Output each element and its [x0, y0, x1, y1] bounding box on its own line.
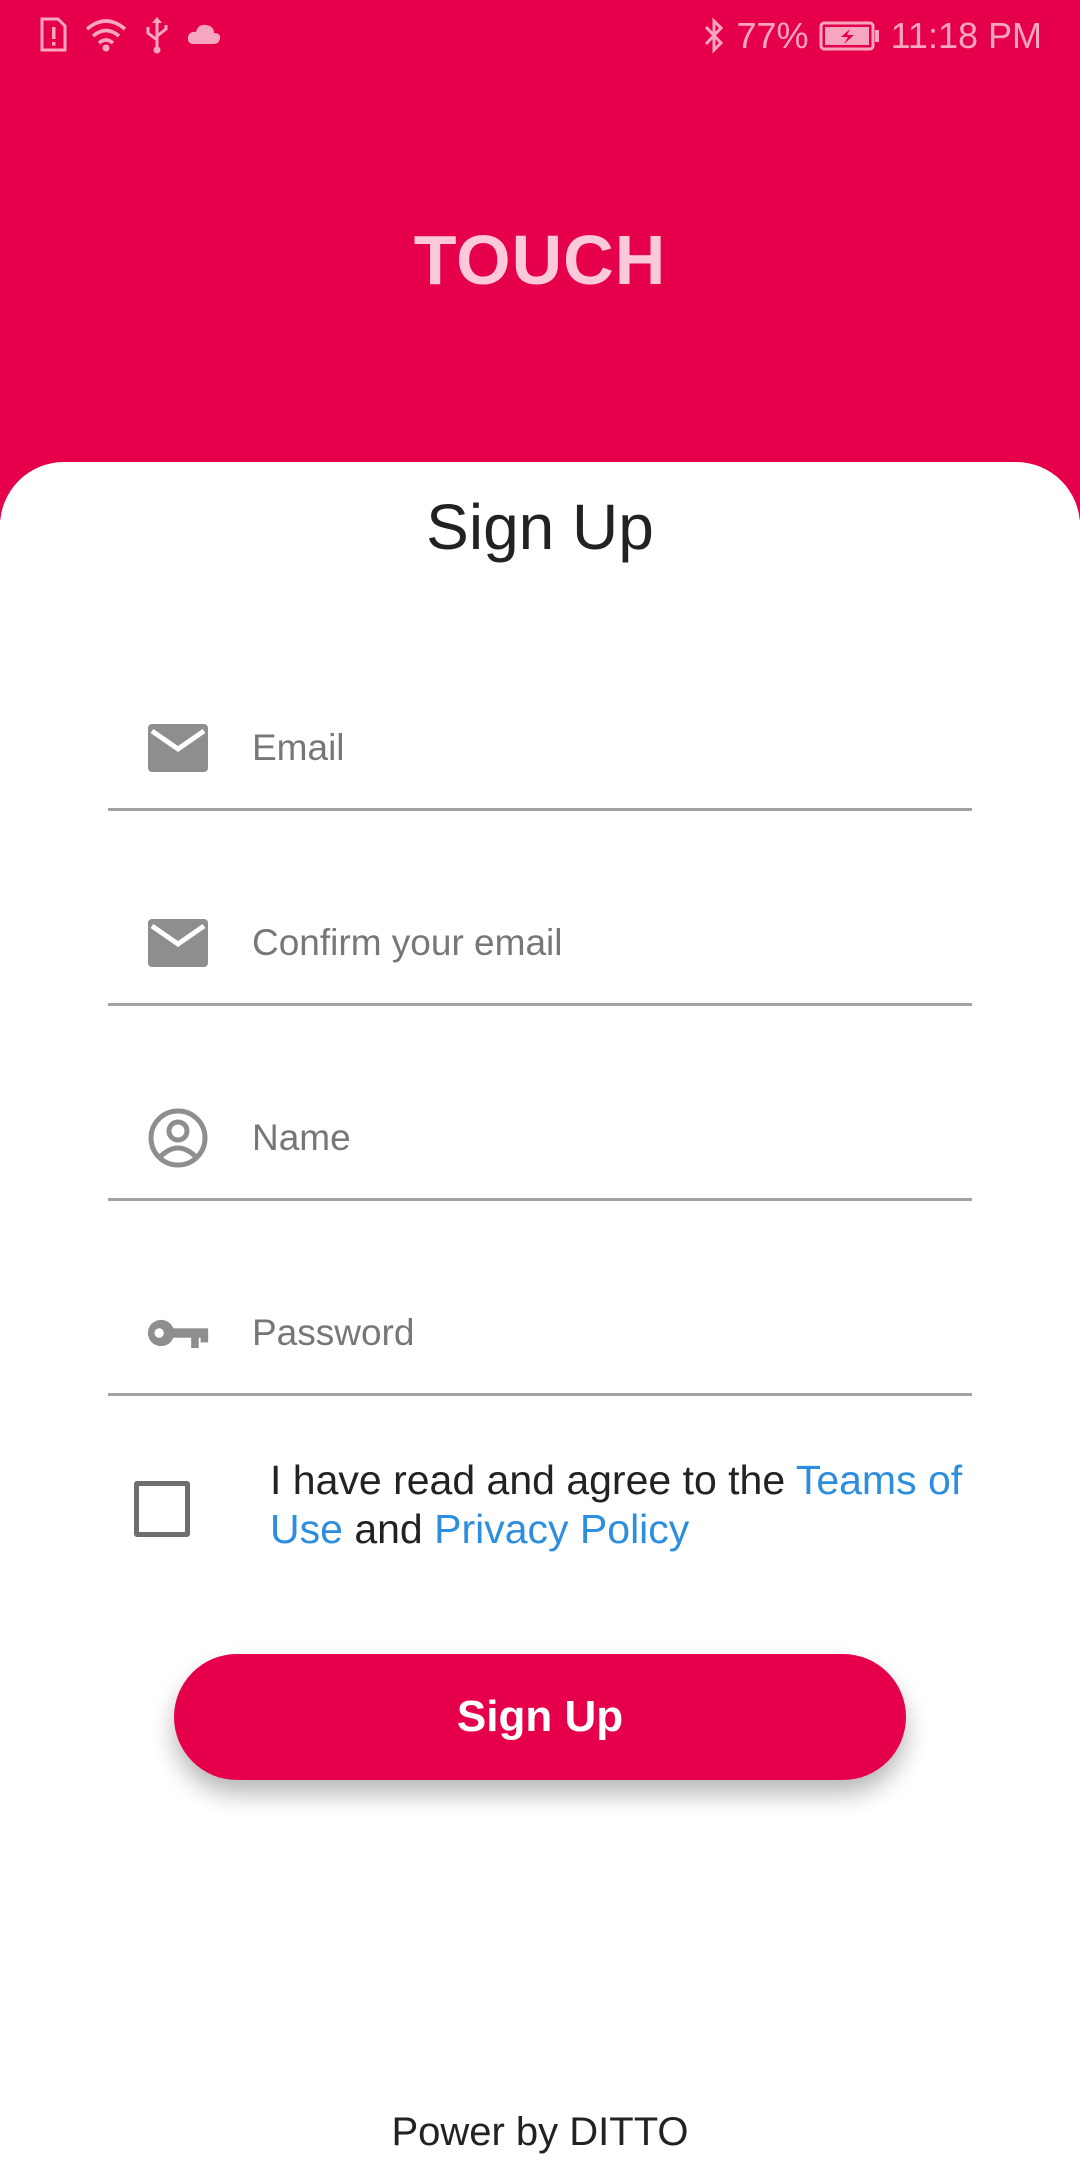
status-bar: 77% 11:18 PM — [0, 0, 1080, 72]
mail-icon — [146, 911, 210, 975]
app-header: 77% 11:18 PM TOUCH — [0, 0, 1080, 520]
cloud-icon — [186, 22, 222, 48]
agreement-text: I have read and agree to the Teams of Us… — [270, 1456, 990, 1554]
bluetooth-icon — [701, 17, 727, 55]
wifi-icon — [84, 17, 128, 53]
terms-agreement: I have read and agree to the Teams of Us… — [134, 1456, 994, 1576]
status-right-info: 77% 11:18 PM — [701, 14, 1042, 58]
confirm-email-input[interactable] — [252, 901, 952, 985]
password-field — [108, 1261, 972, 1396]
account-circle-icon — [146, 1106, 210, 1170]
email-input[interactable] — [252, 706, 952, 790]
agreement-text-before: I have read and agree to the — [270, 1457, 796, 1503]
footer-credit: Power by DITTO — [391, 2110, 689, 2154]
agreement-text-middle: and — [342, 1506, 435, 1552]
battery-charging-icon — [819, 20, 881, 52]
sign-up-button[interactable]: Sign Up — [174, 1654, 906, 1780]
page-title: Sign Up — [426, 491, 654, 563]
usb-icon — [144, 16, 170, 54]
key-icon — [146, 1301, 210, 1365]
sim-alert-icon — [38, 17, 68, 53]
email-field — [108, 676, 972, 811]
privacy-policy-link[interactable]: Privacy Policy — [434, 1506, 689, 1552]
name-field — [108, 1066, 972, 1201]
battery-percent: 77% — [736, 15, 809, 56]
brand-logo-text: TOUCH — [413, 221, 667, 299]
status-left-icons — [38, 16, 222, 54]
confirm-email-field — [108, 871, 972, 1006]
clock: 11:18 PM — [890, 15, 1042, 56]
mail-icon — [146, 716, 210, 780]
password-input[interactable] — [252, 1291, 952, 1375]
agree-checkbox[interactable] — [134, 1481, 190, 1537]
name-input[interactable] — [252, 1096, 952, 1180]
